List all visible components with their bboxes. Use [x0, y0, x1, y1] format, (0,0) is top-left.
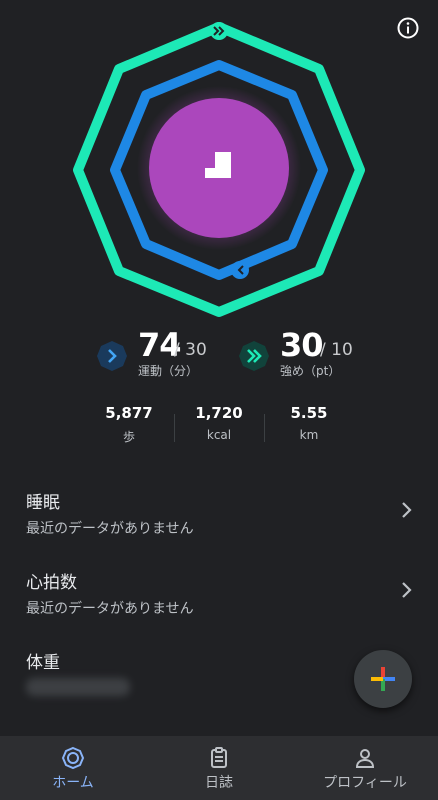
- move-minutes-stat: 74 / 30 運動（分）: [96, 326, 216, 382]
- weight-title: 体重: [26, 653, 60, 673]
- activity-rings[interactable]: [0, 0, 438, 330]
- steps-unit: 歩: [122, 430, 135, 444]
- heart-points-label: 強め（pt）: [280, 364, 341, 378]
- journal-icon: [211, 747, 227, 768]
- distance-value: 5.55: [290, 404, 328, 422]
- profile-icon: [355, 749, 375, 768]
- calories-value: 1,720: [195, 404, 243, 422]
- calories-unit: kcal: [206, 428, 232, 442]
- distance-unit: km: [299, 428, 319, 442]
- sleep-card[interactable]: 睡眠 最近のデータがありません: [0, 482, 438, 552]
- chevron-right-icon: [402, 582, 412, 598]
- home-icon: [61, 746, 85, 770]
- heart-rate-card[interactable]: 心拍数 最近のデータがありません: [0, 562, 438, 632]
- heart-points-value: 30: [280, 326, 324, 364]
- move-minutes-goal: / 30: [174, 340, 207, 360]
- nav-profile-label: プロフィール: [323, 775, 407, 791]
- sleep-subtitle: 最近のデータがありません: [26, 521, 194, 537]
- heart-rate-title: 心拍数: [26, 573, 77, 593]
- move-minutes-label: 運動（分）: [138, 364, 199, 378]
- nav-profile[interactable]: プロフィール: [292, 736, 438, 800]
- calories-metric: 1,720 kcal: [174, 404, 264, 442]
- nav-home-label: ホーム: [52, 775, 94, 791]
- steps-metric: 5,877 歩: [84, 404, 174, 445]
- distance-metric: 5.55 km: [264, 404, 354, 442]
- nav-journal[interactable]: 日誌: [146, 736, 292, 800]
- sleep-title: 睡眠: [26, 493, 60, 513]
- nav-home[interactable]: ホーム: [0, 736, 146, 800]
- daily-metrics: 5,877 歩 1,720 kcal 5.55 km: [84, 404, 354, 446]
- chevron-right-icon: [402, 502, 412, 518]
- steps-value: 5,877: [105, 404, 153, 422]
- add-button[interactable]: [354, 650, 412, 708]
- nav-journal-label: 日誌: [205, 775, 233, 791]
- goal-stats: 74 / 30 運動（分） 30 / 10 強め（pt）: [0, 326, 438, 382]
- double-chevron-icon: [239, 341, 269, 371]
- bottom-nav: ホーム 日誌 プロフィール: [0, 736, 438, 800]
- heart-points-stat: 30 / 10 強め（pt）: [238, 326, 358, 382]
- heart-points-goal: / 10: [320, 340, 353, 360]
- plus-icon: [371, 667, 395, 691]
- heart-rate-subtitle: 最近のデータがありません: [26, 601, 194, 617]
- chevron-right-icon: [97, 341, 127, 371]
- weight-subtitle-blurred: [26, 678, 130, 696]
